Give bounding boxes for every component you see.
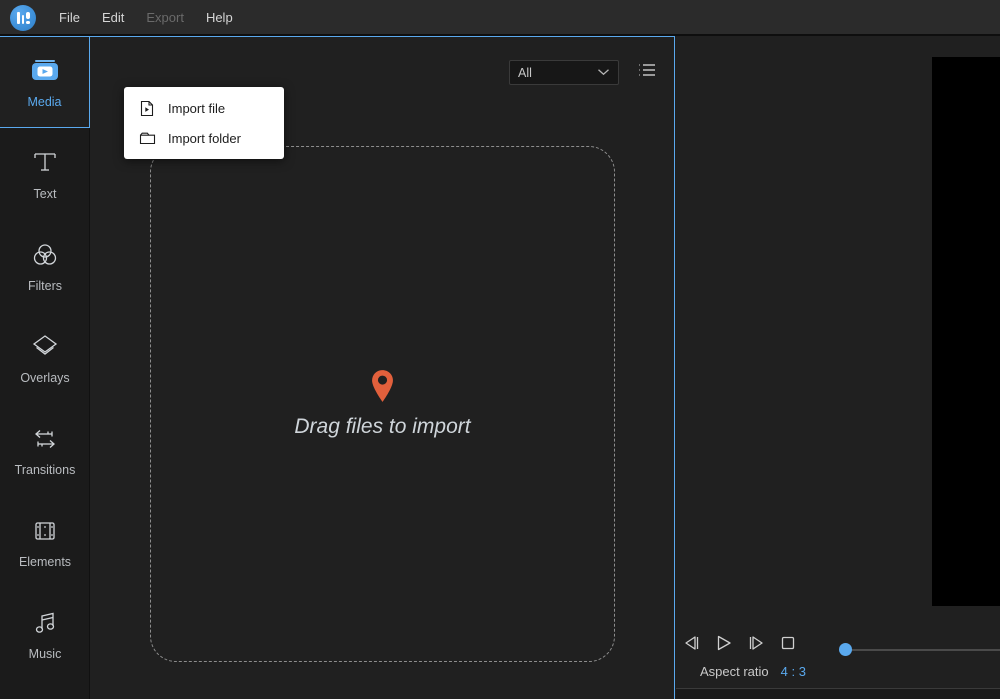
video-preview-surface [932,57,1000,606]
media-panel: Import All [90,36,675,699]
menu-item-label: Import folder [168,131,241,146]
media-toolbar: Import All [90,37,675,92]
next-frame-button[interactable] [740,630,772,660]
text-icon [28,148,62,178]
sidebar-item-label: Overlays [20,371,69,385]
sidebar-item-label: Elements [19,555,71,569]
app-window: File Edit Export Help Media [0,0,1000,699]
folder-icon [138,131,156,146]
sidebar-item-label: Filters [28,279,62,293]
menu-item-export: Export [135,6,195,29]
menu-item-edit[interactable]: Edit [91,6,135,29]
list-view-button[interactable] [635,61,659,83]
list-view-icon [637,62,657,83]
app-logo-icon [10,5,36,31]
sidebar-item-label: Transitions [15,463,76,477]
filters-icon [28,240,62,270]
play-icon [713,634,735,657]
aspect-ratio-value[interactable]: 4 : 3 [781,664,806,679]
sidebar-item-filters[interactable]: Filters [0,220,90,312]
transitions-icon [28,424,62,454]
sidebar-item-overlays[interactable]: Overlays [0,312,90,404]
sidebar-item-media[interactable]: Media [0,36,90,128]
menu-item-help[interactable]: Help [195,6,244,29]
slider-track [851,649,1000,651]
preview-stage [676,36,1000,616]
map-pin-icon [370,369,395,403]
drop-zone-text: Drag files to import [294,415,470,439]
menu-bar: File Edit Export Help [0,0,1000,35]
menu-item-file[interactable]: File [48,6,91,29]
media-filter-value: All [518,66,597,80]
sidebar-item-music[interactable]: Music [0,588,90,680]
play-button[interactable] [708,630,740,660]
prev-frame-icon [681,634,703,657]
drop-zone[interactable]: Drag files to import [150,146,615,662]
playback-slider[interactable] [839,643,1000,657]
aspect-ratio-row: Aspect ratio 4 : 3 [700,664,806,679]
sidebar-item-label: Text [34,187,57,201]
stop-icon [778,634,798,657]
media-icon [28,56,62,86]
stop-button[interactable] [772,630,804,660]
status-bar [676,688,1000,699]
preview-panel: Aspect ratio 4 : 3 [676,36,1000,699]
menu-item-import-file[interactable]: Import file [124,93,284,123]
overlays-icon [28,332,62,362]
menu-item-import-folder[interactable]: Import folder [124,123,284,153]
sidebar-item-text[interactable]: Text [0,128,90,220]
import-dropdown-menu: Import file Import folder [124,87,284,159]
left-sidebar: Media Text Filters [0,36,90,699]
slider-handle[interactable] [839,643,852,656]
chevron-down-icon [597,67,610,79]
sidebar-item-label: Media [27,95,61,109]
next-frame-icon [745,634,767,657]
media-filter-select[interactable]: All [509,60,619,85]
sidebar-item-transitions[interactable]: Transitions [0,404,90,496]
sidebar-item-elements[interactable]: Elements [0,496,90,588]
previous-frame-button[interactable] [676,630,708,660]
elements-icon [28,516,62,546]
music-icon [28,608,62,638]
menu-item-label: Import file [168,101,225,116]
sidebar-item-label: Music [29,647,62,661]
file-video-icon [138,100,156,117]
aspect-ratio-label: Aspect ratio [700,664,769,679]
